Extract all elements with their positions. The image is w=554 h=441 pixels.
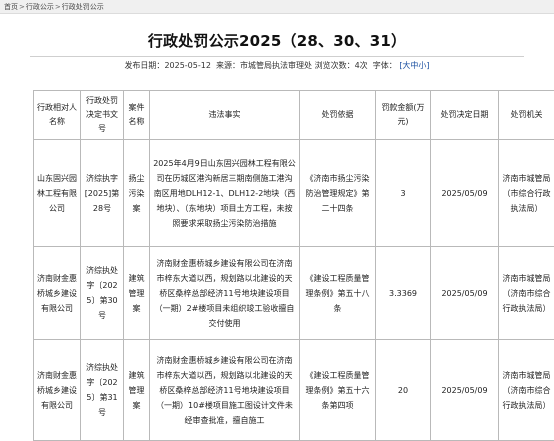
penalty-basis-cell: 《济南市扬尘污染防治管理规定》第二十四条 bbox=[300, 140, 376, 247]
fine-amount-cell: 20 bbox=[376, 340, 431, 441]
table-row: 山东固兴园林工程有限公司 济综执字[2025]第28号 扬尘污染案 2025年4… bbox=[34, 140, 554, 247]
breadcrumb-separator: > bbox=[55, 0, 61, 14]
authority-cell: 济南市城管局（济南市综合行政执法局） bbox=[499, 247, 554, 340]
breadcrumb-home[interactable]: 首页 bbox=[4, 0, 18, 14]
font-size-label: 字体： bbox=[373, 61, 397, 70]
penalty-table: 行政相对人名称 行政处罚决定书文号 案件名称 违法事实 处罚依据 罚款金额(万元… bbox=[33, 90, 554, 441]
table-header-row: 行政相对人名称 行政处罚决定书文号 案件名称 违法事实 处罚依据 罚款金额(万元… bbox=[34, 91, 554, 140]
party-name-cell: 山东固兴园林工程有限公司 bbox=[34, 140, 81, 247]
breadcrumb-penalty-notice[interactable]: 行政处罚公示 bbox=[62, 0, 104, 14]
violation-facts-cell: 济南财金惠桥城乡建设有限公司在济南市梓东大道以西，规划路以北建设的天桥区桑梓总部… bbox=[150, 340, 300, 441]
fine-amount-cell: 3 bbox=[376, 140, 431, 247]
document-number-cell: 济综执字[2025]第28号 bbox=[81, 140, 124, 247]
violation-facts-cell: 2025年4月9日山东固兴园林工程有限公司在历城区港沟新居三期南侧施工港沟南区用… bbox=[150, 140, 300, 247]
source: 市城管局执法审理处 bbox=[240, 61, 312, 70]
decision-date-cell: 2025/05/09 bbox=[431, 340, 499, 441]
decision-date-cell: 2025/05/09 bbox=[431, 140, 499, 247]
column-header: 处罚决定日期 bbox=[431, 91, 499, 140]
column-header: 行政相对人名称 bbox=[34, 91, 81, 140]
page-title: 行政处罚公示2025（28、30、31） bbox=[0, 30, 554, 51]
table-row: 济南财金惠桥城乡建设有限公司 济综执处字〔2025〕第30号 建筑管理案 济南财… bbox=[34, 247, 554, 340]
document-number-cell: 济综执处字〔2025〕第31号 bbox=[81, 340, 124, 441]
title-divider bbox=[30, 56, 524, 57]
source-label: 来源： bbox=[216, 61, 240, 70]
views-label: 浏览次数： bbox=[315, 61, 355, 70]
fine-amount-cell: 3.3369 bbox=[376, 247, 431, 340]
authority-cell: 济南市城管局（济南市综合行政执法局） bbox=[499, 340, 554, 441]
column-header: 处罚机关 bbox=[499, 91, 554, 140]
breadcrumb-separator: > bbox=[19, 0, 25, 14]
publish-date-label: 发布日期： bbox=[124, 61, 164, 70]
table-row: 济南财金惠桥城乡建设有限公司 济综执处字〔2025〕第31号 建筑管理案 济南财… bbox=[34, 340, 554, 441]
authority-cell: 济南市城管局（市综合行政执法局） bbox=[499, 140, 554, 247]
case-name-cell: 建筑管理案 bbox=[124, 247, 150, 340]
column-header: 处罚依据 bbox=[300, 91, 376, 140]
column-header: 违法事实 bbox=[150, 91, 300, 140]
party-name-cell: 济南财金惠桥城乡建设有限公司 bbox=[34, 340, 81, 441]
breadcrumb: 首页 > 行政公示 > 行政处罚公示 bbox=[0, 0, 554, 14]
breadcrumb-admin-notice[interactable]: 行政公示 bbox=[26, 0, 54, 14]
penalty-basis-cell: 《建设工程质量管理条例》第五十八条 bbox=[300, 247, 376, 340]
views-count: 4次 bbox=[355, 61, 368, 70]
party-name-cell: 济南财金惠桥城乡建设有限公司 bbox=[34, 247, 81, 340]
column-header: 罚款金额(万元) bbox=[376, 91, 431, 140]
document-number-cell: 济综执处字〔2025〕第30号 bbox=[81, 247, 124, 340]
violation-facts-cell: 济南财金惠桥城乡建设有限公司在济南市梓东大道以西，规划路以北建设的天桥区桑梓总部… bbox=[150, 247, 300, 340]
column-header: 案件名称 bbox=[124, 91, 150, 140]
penalty-basis-cell: 《建设工程质量管理条例》第五十六条第四项 bbox=[300, 340, 376, 441]
font-size-switch[interactable]: [大中小] bbox=[399, 61, 429, 70]
column-header: 行政处罚决定书文号 bbox=[81, 91, 124, 140]
case-name-cell: 建筑管理案 bbox=[124, 340, 150, 441]
article-meta: 发布日期：2025-05-12 来源：市城管局执法审理处 浏览次数：4次 字体：… bbox=[0, 60, 554, 71]
decision-date-cell: 2025/05/09 bbox=[431, 247, 499, 340]
publish-date: 2025-05-12 bbox=[164, 61, 211, 70]
case-name-cell: 扬尘污染案 bbox=[124, 140, 150, 247]
